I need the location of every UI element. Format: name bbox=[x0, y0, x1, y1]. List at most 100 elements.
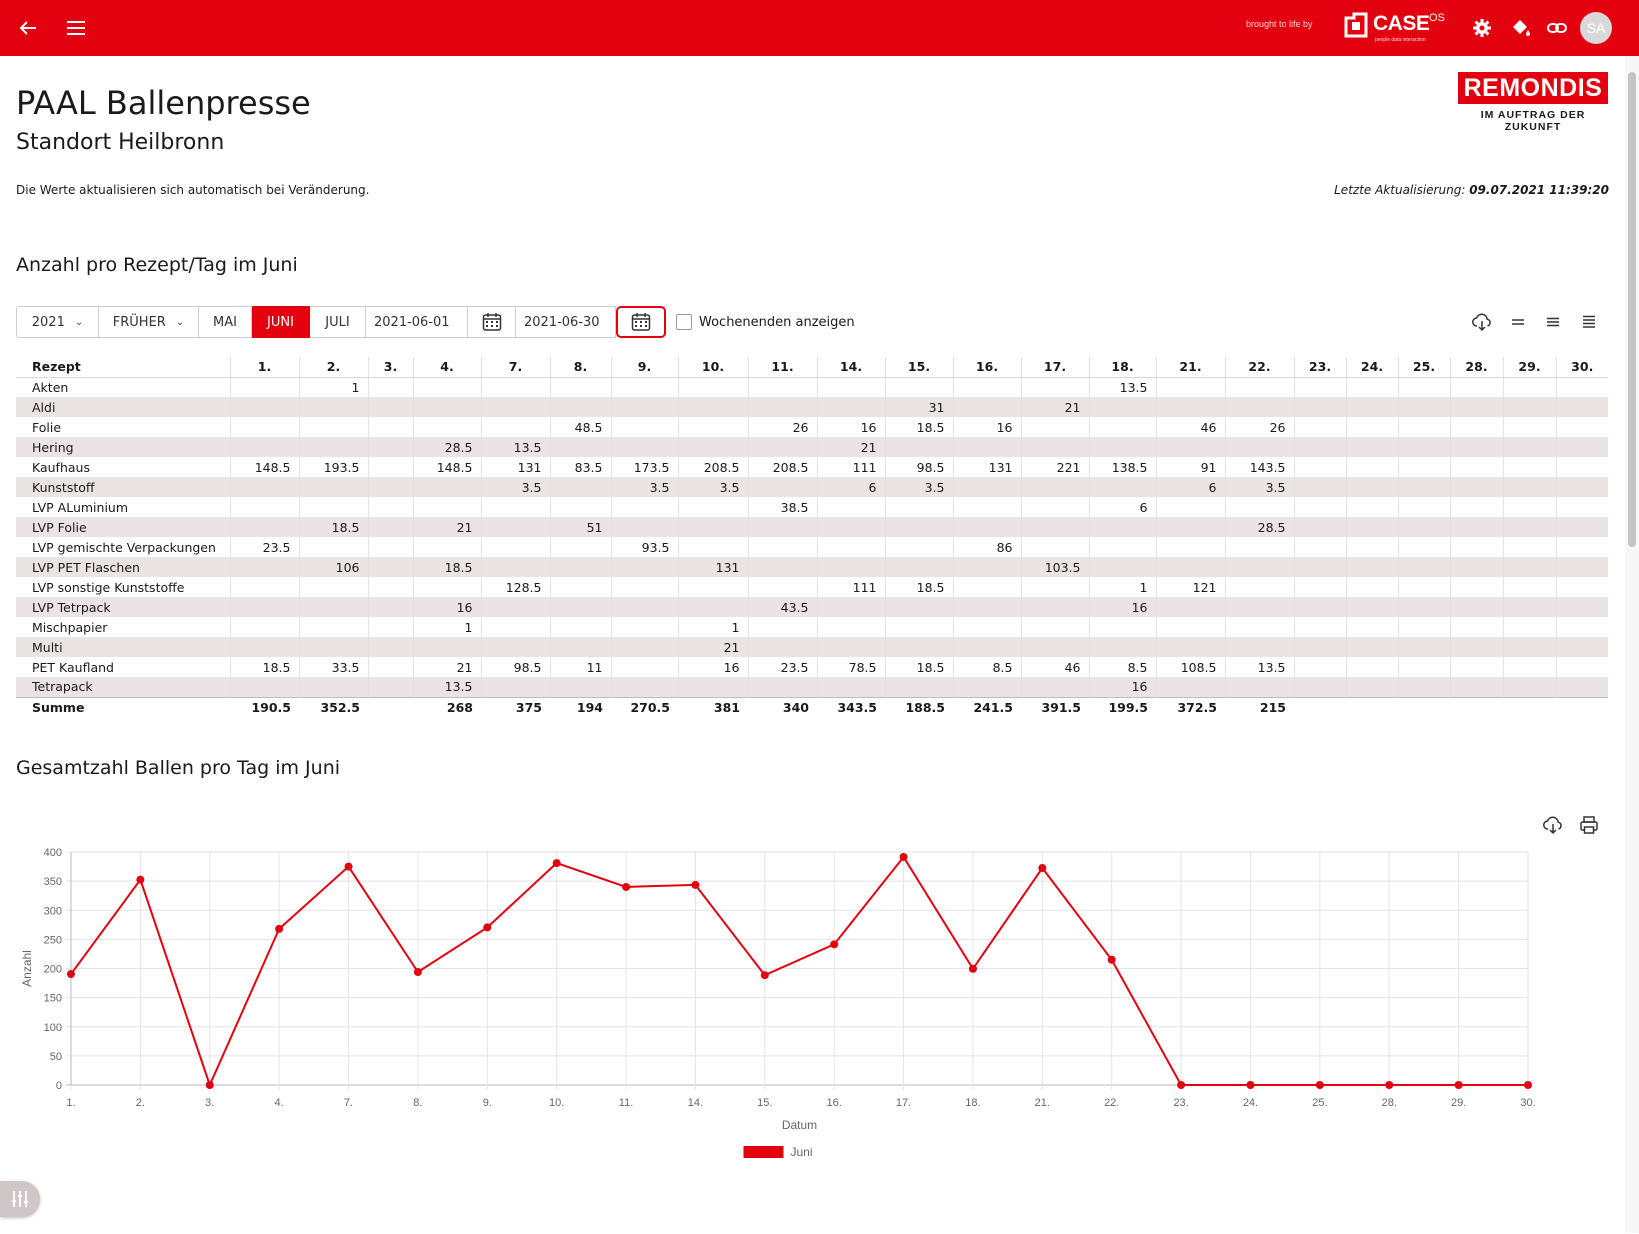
table-cell bbox=[229, 557, 299, 577]
table-cell bbox=[1088, 537, 1156, 557]
table-cell bbox=[1449, 557, 1503, 577]
table-cell: 21 bbox=[1020, 397, 1089, 417]
date-to-input[interactable]: 2021-06-30 bbox=[516, 306, 616, 338]
sliders-icon bbox=[12, 1191, 28, 1207]
table-cell: 48.5 bbox=[549, 417, 611, 437]
column-header-day[interactable]: 18. bbox=[1088, 357, 1156, 378]
data-point bbox=[968, 964, 977, 973]
table-cell: 208.5 bbox=[747, 457, 817, 477]
table-row: Mischpapier 1 1 bbox=[16, 617, 1608, 637]
column-header-day[interactable]: 3. bbox=[367, 357, 413, 378]
table-cell bbox=[747, 677, 817, 697]
column-header-day[interactable]: 16. bbox=[952, 357, 1021, 378]
paint-bucket-icon[interactable] bbox=[1506, 14, 1534, 42]
table-cell bbox=[229, 637, 299, 657]
table-cell: 43.5 bbox=[747, 597, 817, 617]
table-cell: 8.5 bbox=[952, 657, 1021, 677]
column-header-day[interactable]: 14. bbox=[816, 357, 885, 378]
column-header-day[interactable]: 22. bbox=[1224, 357, 1294, 378]
table-cell bbox=[884, 377, 953, 397]
column-header-day[interactable]: 24. bbox=[1345, 357, 1398, 378]
table-cell bbox=[1345, 557, 1398, 577]
column-header-day[interactable]: 21. bbox=[1155, 357, 1225, 378]
column-header-day[interactable]: 23. bbox=[1293, 357, 1346, 378]
table-cell bbox=[298, 637, 368, 657]
table-cell bbox=[298, 497, 368, 517]
date-from-input[interactable]: 2021-06-01 bbox=[366, 306, 468, 338]
x-axis-title: Datum bbox=[782, 1118, 817, 1132]
print-icon[interactable] bbox=[1577, 813, 1601, 837]
row-label: Folie bbox=[32, 419, 62, 435]
row-label: LVP gemischte Verpackungen bbox=[32, 539, 216, 555]
table-header-row: Rezept 1. 2. 3. 4. 7. 8. 9. 10. 11. 14. 15. 16. 17. 18… bbox=[16, 357, 1608, 378]
weekend-toggle[interactable]: Wochenenden anzeigen bbox=[676, 314, 855, 330]
column-header-day[interactable]: 30. bbox=[1555, 357, 1608, 378]
last-update-value: 09.07.2021 11:39:20 bbox=[1469, 183, 1609, 197]
table-cell bbox=[1020, 617, 1089, 637]
table-cell bbox=[1449, 637, 1503, 657]
density-comfortable-icon[interactable] bbox=[1577, 310, 1601, 334]
column-header-day[interactable]: 29. bbox=[1502, 357, 1556, 378]
table-cell: 1 bbox=[298, 377, 368, 397]
table-cell bbox=[1502, 457, 1556, 477]
column-header-day[interactable]: 1. bbox=[229, 357, 299, 378]
table-cell bbox=[610, 577, 678, 597]
table-download-icon[interactable] bbox=[1470, 310, 1494, 334]
gear-icon[interactable] bbox=[1468, 14, 1496, 42]
table-cell bbox=[952, 477, 1021, 497]
x-tick-label: 14. bbox=[688, 1097, 703, 1109]
y-tick-label: 250 bbox=[44, 934, 62, 946]
table-row: LVP Folie 18.5 21 51 28.5 bbox=[16, 517, 1608, 537]
earlier-select[interactable]: FRÜHER ⌄ bbox=[99, 306, 199, 338]
table-cell bbox=[549, 437, 611, 457]
table-cell: 18.5 bbox=[884, 657, 953, 677]
column-header-day[interactable]: 17. bbox=[1020, 357, 1089, 378]
table-cell bbox=[1502, 637, 1556, 657]
table-cell bbox=[1397, 657, 1450, 677]
month-button-mai[interactable]: MAI bbox=[199, 306, 252, 338]
column-header-day[interactable]: 4. bbox=[412, 357, 481, 378]
table-cell: 6 bbox=[1088, 497, 1156, 517]
date-from-calendar-button[interactable] bbox=[468, 306, 516, 338]
column-header-day[interactable]: 7. bbox=[480, 357, 550, 378]
table-cell bbox=[367, 517, 413, 537]
remondis-logo: REMONDIS IM AUFTRAG DER ZUKUNFT bbox=[1458, 72, 1608, 133]
filter-settings-button[interactable] bbox=[0, 1181, 40, 1217]
table-cell bbox=[677, 517, 748, 537]
column-header-day[interactable]: 2. bbox=[298, 357, 368, 378]
density-compact-icon[interactable] bbox=[1506, 310, 1530, 334]
column-header-day[interactable]: 8. bbox=[549, 357, 611, 378]
table-cell: 173.5 bbox=[610, 457, 678, 477]
table-cell bbox=[952, 517, 1021, 537]
column-header-day[interactable]: 11. bbox=[747, 357, 817, 378]
remondis-logo-word: REMONDIS bbox=[1458, 72, 1608, 104]
month-button-juni[interactable]: JUNI bbox=[252, 306, 310, 338]
x-tick-label: 22. bbox=[1104, 1097, 1119, 1109]
table-cell bbox=[816, 617, 885, 637]
sum-cell: 268 bbox=[413, 696, 481, 717]
density-standard-icon[interactable] bbox=[1541, 310, 1565, 334]
brought-to-life-text: brought to life by bbox=[1246, 19, 1313, 29]
back-arrow-icon[interactable] bbox=[14, 14, 42, 42]
month-button-juli[interactable]: JULI bbox=[310, 306, 366, 338]
table-cell bbox=[952, 397, 1021, 417]
menu-icon[interactable] bbox=[62, 14, 90, 42]
column-header-day[interactable]: 9. bbox=[610, 357, 678, 378]
weekend-checkbox[interactable] bbox=[676, 314, 692, 330]
year-select[interactable]: 2021 ⌄ bbox=[16, 306, 99, 338]
date-to-calendar-button[interactable] bbox=[616, 306, 666, 338]
chart-download-icon[interactable] bbox=[1541, 813, 1565, 837]
link-icon[interactable] bbox=[1543, 14, 1571, 42]
column-header-rezept[interactable]: Rezept bbox=[16, 357, 230, 378]
column-header-day[interactable]: 25. bbox=[1397, 357, 1450, 378]
table-cell bbox=[367, 557, 413, 577]
column-header-day[interactable]: 28. bbox=[1449, 357, 1503, 378]
table-cell bbox=[1555, 457, 1608, 477]
table-cell bbox=[1155, 377, 1225, 397]
avatar[interactable]: SA bbox=[1580, 12, 1612, 44]
column-header-day[interactable]: 10. bbox=[677, 357, 748, 378]
table-cell bbox=[1502, 397, 1556, 417]
column-header-day[interactable]: 15. bbox=[884, 357, 953, 378]
scrollbar-thumb[interactable] bbox=[1628, 72, 1636, 547]
table-cell: 21 bbox=[412, 517, 481, 537]
